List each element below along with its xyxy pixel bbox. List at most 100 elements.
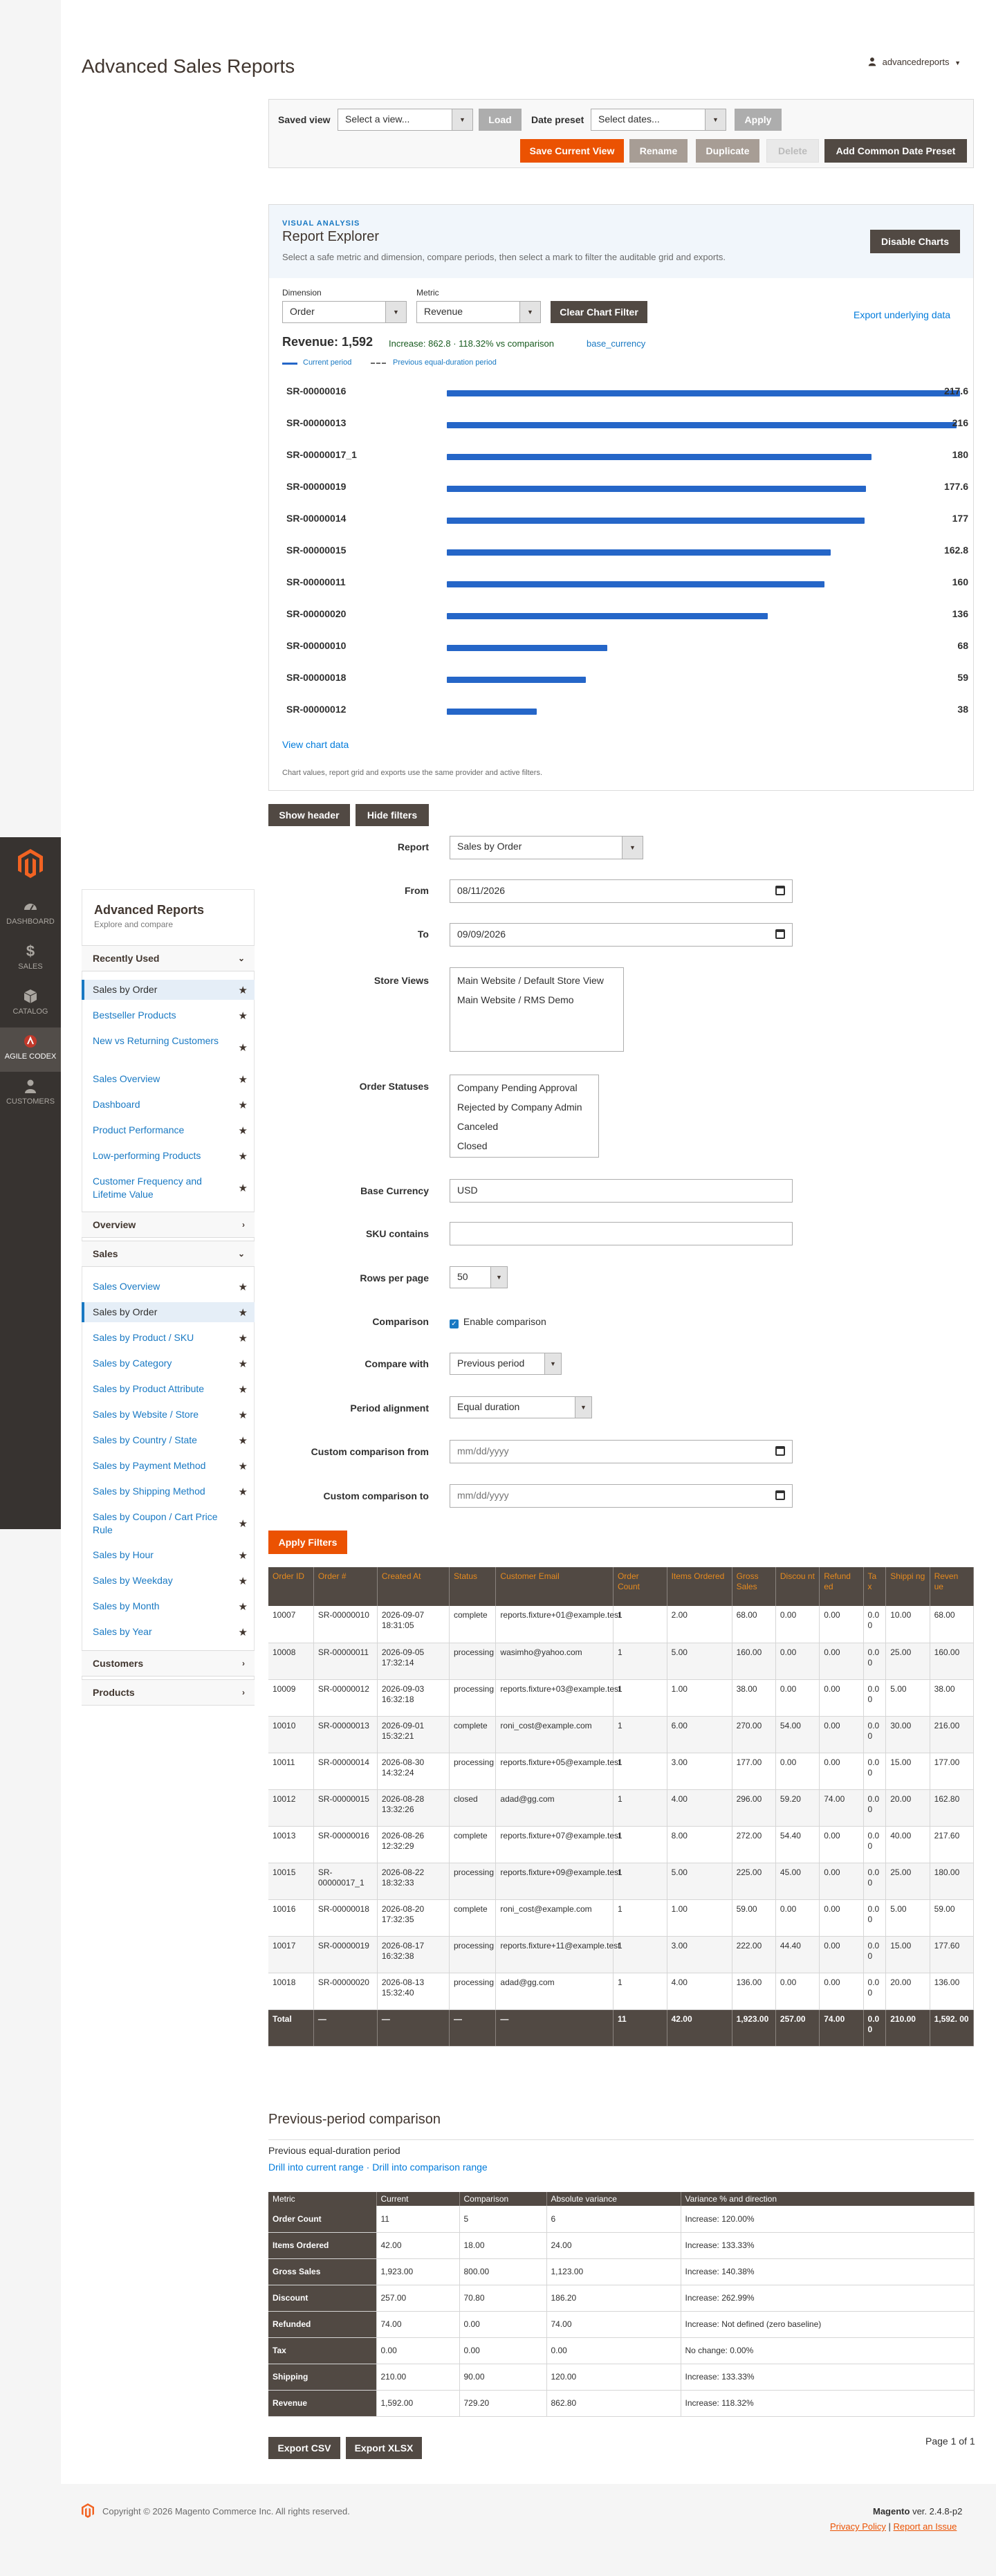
favorite-star-icon[interactable]: ★ [239, 1332, 248, 1345]
bar[interactable] [447, 709, 537, 715]
sidenav-item[interactable]: Bestseller Products ★ [82, 1005, 255, 1025]
sidenav-item[interactable]: Sales by Hour ★ [82, 1545, 255, 1565]
custom-comparison-from-input[interactable]: mm/dd/yyyy [450, 1440, 793, 1463]
bar[interactable] [447, 613, 768, 619]
export-underlying-data-link[interactable]: Export underlying data [854, 309, 950, 320]
nav-dashboard[interactable]: DASHBOARD [0, 893, 61, 937]
sidenav-section[interactable]: Products › [82, 1679, 255, 1706]
grid-column-header[interactable]: Ta x [863, 1567, 887, 1606]
duplicate-view-button[interactable]: Duplicate [696, 139, 759, 163]
saved-view-select[interactable]: Select a view... ▼ [338, 109, 473, 131]
bar-row[interactable]: SR-00000010 68 [286, 640, 985, 661]
order-status-option[interactable]: Canceled [457, 1117, 591, 1136]
bar[interactable] [447, 390, 960, 396]
bar[interactable] [447, 518, 865, 524]
favorite-star-icon[interactable]: ★ [239, 1626, 248, 1639]
grid-column-header[interactable]: Shippi ng [885, 1567, 930, 1606]
table-row[interactable]: 10009 SR-00000012 2026-09-03 16:32:18 proce… [268, 1679, 975, 1717]
table-row[interactable]: 10013 SR-00000016 2026-08-26 12:32:29 compl… [268, 1826, 975, 1863]
sidenav-item[interactable]: Sales by Month ★ [82, 1596, 255, 1616]
table-row[interactable]: 10011 SR-00000014 2026-08-30 14:32:24 proce… [268, 1753, 975, 1790]
apply-filters-button[interactable]: Apply Filters [268, 1531, 347, 1554]
date-preset-select[interactable]: Select dates... ▼ [591, 109, 726, 131]
bar-row[interactable]: SR-00000020 136 [286, 608, 985, 629]
bar-row[interactable]: SR-00000014 177 [286, 513, 985, 533]
bar[interactable] [447, 549, 831, 556]
bar-row[interactable]: SR-00000015 162.8 [286, 545, 985, 565]
bar[interactable] [447, 581, 824, 587]
admin-user-menu[interactable]: advancedreports ▼ [867, 57, 961, 67]
table-row[interactable]: 10017 SR-00000019 2026-08-17 16:32:38 proce… [268, 1936, 975, 1973]
drill-comparison-range-link[interactable]: Drill into comparison range [372, 2162, 488, 2173]
clear-chart-filter-button[interactable]: Clear Chart Filter [551, 301, 647, 323]
show-header-button[interactable]: Show header [268, 804, 350, 826]
table-row[interactable]: 10015 SR-00000017_1 2026-08-22 18:32:33 pro… [268, 1863, 975, 1900]
sidenav-section[interactable]: Recently Used ⌄ [82, 945, 255, 971]
nav-sales[interactable]: $ SALES [0, 938, 61, 982]
sidenav-item[interactable]: New vs Returning Customers ★ [82, 1031, 255, 1064]
order-status-option[interactable]: Closed [457, 1136, 591, 1155]
calendar-icon[interactable] [775, 1490, 785, 1500]
sidenav-section[interactable]: Customers › [82, 1650, 255, 1677]
apply-preset-button[interactable]: Apply [735, 109, 782, 131]
period-alignment-select[interactable]: Equal duration ▼ [450, 1396, 592, 1418]
add-common-date-preset-button[interactable]: Add Common Date Preset [824, 139, 967, 163]
bar[interactable] [447, 486, 866, 492]
table-row[interactable]: 10008 SR-00000011 2026-09-05 17:32:14 proce… [268, 1643, 975, 1680]
grid-column-header[interactable]: Items Ordered [667, 1567, 732, 1606]
bar-row[interactable]: SR-00000018 59 [286, 672, 985, 693]
bar[interactable] [447, 454, 872, 460]
order-statuses-multiselect[interactable]: Company Pending Approval Rejected by Com… [450, 1075, 599, 1158]
table-row[interactable]: 10007 SR-00000010 2026-09-07 18:31:05 compl… [268, 1606, 975, 1643]
grid-column-header[interactable]: Gross Sales [732, 1567, 776, 1606]
disable-charts-button[interactable]: Disable Charts [870, 230, 960, 253]
dimension-select[interactable]: Order ▼ [282, 301, 407, 323]
enable-comparison-checkbox[interactable]: ✓ Enable comparison [450, 1316, 546, 1328]
grid-column-header[interactable]: Order ID [268, 1567, 314, 1606]
sidenav-item[interactable]: Sales by Year ★ [82, 1622, 255, 1642]
favorite-star-icon[interactable]: ★ [239, 1099, 248, 1112]
rename-view-button[interactable]: Rename [629, 139, 688, 163]
save-current-view-button[interactable]: Save Current View [520, 139, 624, 163]
store-view-option[interactable]: Main Website / RMS Demo [457, 990, 616, 1010]
favorite-star-icon[interactable]: ★ [239, 1434, 248, 1447]
favorite-star-icon[interactable]: ★ [239, 1460, 248, 1473]
favorite-star-icon[interactable]: ★ [239, 1041, 248, 1054]
favorite-star-icon[interactable]: ★ [239, 1010, 248, 1023]
report-select[interactable]: Sales by Order ▼ [450, 836, 643, 859]
store-view-option[interactable]: Main Website / Default Store View [457, 971, 616, 990]
export-xlsx-button[interactable]: Export XLSX [346, 2437, 422, 2459]
nav-catalog[interactable]: CATALOG [0, 983, 61, 1027]
table-row[interactable]: 10010 SR-00000013 2026-09-01 15:32:21 compl… [268, 1716, 975, 1753]
custom-comparison-to-input[interactable]: mm/dd/yyyy [450, 1484, 793, 1508]
privacy-policy-link[interactable]: Privacy Policy [830, 2521, 886, 2532]
metric-select[interactable]: Revenue ▼ [416, 301, 541, 323]
to-date-input[interactable]: 09/09/2026 [450, 923, 793, 947]
grid-column-header[interactable]: Discou nt [775, 1567, 820, 1606]
sidenav-item[interactable]: Dashboard ★ [82, 1095, 255, 1115]
order-status-option[interactable]: Company Pending Approval [457, 1078, 591, 1097]
favorite-star-icon[interactable]: ★ [239, 1150, 248, 1163]
grid-column-header[interactable]: Order # [313, 1567, 378, 1606]
favorite-star-icon[interactable]: ★ [239, 1124, 248, 1138]
order-status-option[interactable]: Rejected by Company Admin [457, 1097, 591, 1117]
grid-column-header[interactable]: Created At [377, 1567, 450, 1606]
bar-row[interactable]: SR-00000016 217.6 [286, 385, 985, 406]
grid-column-header[interactable]: Status [449, 1567, 497, 1606]
table-row[interactable]: 10018 SR-00000020 2026-08-13 15:32:40 proce… [268, 1973, 975, 2010]
export-csv-button[interactable]: Export CSV [268, 2437, 340, 2459]
bar-row[interactable]: SR-00000017_1 180 [286, 449, 985, 470]
calendar-icon[interactable] [775, 929, 785, 939]
view-chart-data-link[interactable]: View chart data [282, 739, 349, 750]
favorite-star-icon[interactable]: ★ [239, 1517, 248, 1531]
base-currency-input[interactable]: USD [450, 1179, 793, 1203]
favorite-star-icon[interactable]: ★ [239, 1549, 248, 1562]
checkbox-checked-icon[interactable]: ✓ [450, 1319, 459, 1328]
sidenav-section[interactable]: Sales ⌄ [82, 1241, 255, 1267]
nav-agile-codex[interactable]: AGILE CODEX [0, 1027, 61, 1072]
rows-per-page-select[interactable]: 50 ▼ [450, 1266, 508, 1288]
grid-column-header[interactable]: Reven ue [930, 1567, 975, 1606]
sidenav-item[interactable]: Sales by Product Attribute ★ [82, 1379, 255, 1399]
bar-row[interactable]: SR-00000013 216 [286, 417, 985, 438]
favorite-star-icon[interactable]: ★ [239, 1575, 248, 1588]
